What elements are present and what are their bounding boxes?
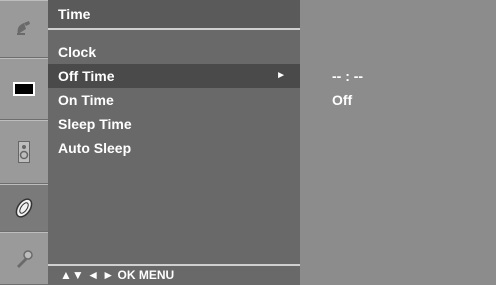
value-panel: -- : -- Off [300,0,496,285]
osd-screen: Time Clock Off Time ► On Time Sleep Time… [0,0,496,285]
category-rail [0,0,48,285]
rail-item-station[interactable] [0,0,48,58]
wrench-option-icon [17,249,33,268]
menu-title: Time [48,0,300,30]
menu-item-label: Clock [58,44,97,60]
satellite-dish-icon [17,21,30,35]
time-menu: Time Clock Off Time ► On Time Sleep Time… [48,0,300,285]
menu-item-auto-sleep[interactable]: Auto Sleep [48,136,300,160]
screen-picture-icon [13,82,35,96]
navigation-hint: ▲▼ ◄ ► OK MENU [60,268,175,282]
menu-item-on-time[interactable]: On Time [48,88,300,112]
off-time-value[interactable]: -- : -- [332,66,363,86]
menu-item-sleep-time[interactable]: Sleep Time [48,112,300,136]
menu-item-clock[interactable]: Clock [48,40,300,64]
menu-item-off-time[interactable]: Off Time ► [48,64,300,88]
speaker-icon [18,141,30,163]
off-time-state[interactable]: Off [332,90,352,110]
rail-item-picture[interactable] [0,58,48,120]
menu-item-label: On Time [58,92,114,108]
disc-time-icon [15,198,33,218]
menu-item-label: Sleep Time [58,116,132,132]
rail-item-sound[interactable] [0,120,48,184]
rail-item-time[interactable] [0,184,48,232]
menu-item-label: Off Time [58,68,115,84]
menu-item-label: Auto Sleep [58,140,132,156]
submenu-arrow-icon: ► [276,70,286,81]
rail-item-option[interactable] [0,232,48,285]
